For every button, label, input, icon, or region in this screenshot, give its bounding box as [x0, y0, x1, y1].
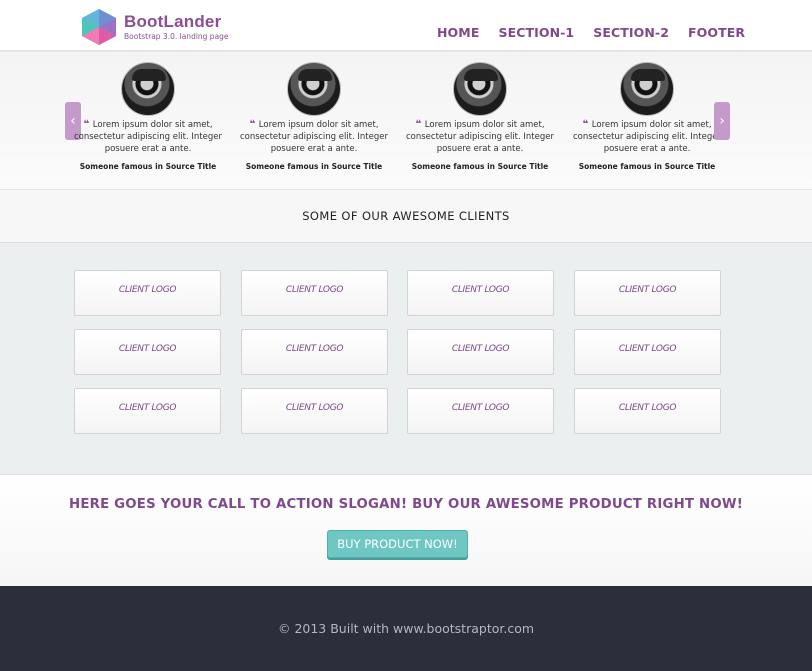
client-logo-label: CLIENT LOGO	[618, 403, 677, 413]
testimonial-item: ❝ Lorem ipsum dolor sit amet, consectetu…	[400, 62, 560, 171]
client-logo[interactable]: CLIENT LOGO	[574, 388, 721, 434]
testimonial-item: ❝ Lorem ipsum dolor sit amet, consectetu…	[68, 62, 228, 171]
quote-icon: ❝	[83, 119, 93, 130]
avatar	[121, 62, 175, 116]
quote-icon: ❝	[582, 119, 592, 130]
client-logo[interactable]: CLIENT LOGO	[407, 329, 554, 375]
clients-heading-section: SOME OF OUR AWESOME CLIENTS	[0, 190, 812, 243]
avatar	[287, 62, 341, 116]
testimonial-source: Someone famous in Source Title	[79, 162, 217, 171]
client-logo-label: CLIENT LOGO	[451, 403, 510, 413]
client-logo[interactable]: CLIENT LOGO	[241, 270, 388, 316]
testimonial-text: Lorem ipsum dolor sit amet, consectetur …	[239, 120, 388, 154]
client-logo-label: CLIENT LOGO	[451, 344, 510, 354]
testimonial-source: Someone famous in Source Title	[578, 162, 716, 171]
testimonial-text: Lorem ipsum dolor sit amet, consectetur …	[405, 120, 554, 154]
client-logo-label: CLIENT LOGO	[618, 285, 677, 295]
testimonial-item: ❝ Lorem ipsum dolor sit amet, consectetu…	[567, 62, 727, 171]
client-logo[interactable]: CLIENT LOGO	[74, 270, 221, 316]
client-logo-label: CLIENT LOGO	[451, 285, 510, 295]
client-logo[interactable]: CLIENT LOGO	[74, 329, 221, 375]
brand-tagline: Bootstrap 3.0. landing page	[124, 32, 229, 41]
client-logo[interactable]: CLIENT LOGO	[241, 329, 388, 375]
clients-grid: CLIENT LOGO CLIENT LOGO CLIENT LOGO CLIE…	[0, 243, 812, 475]
testimonial-quote: ❝ Lorem ipsum dolor sit amet, consectetu…	[68, 119, 228, 155]
client-logo-label: CLIENT LOGO	[118, 285, 177, 295]
clients-heading: SOME OF OUR AWESOME CLIENTS	[302, 209, 510, 223]
client-logo[interactable]: CLIENT LOGO	[241, 388, 388, 434]
nav-home[interactable]: HOME	[437, 25, 479, 40]
quote-icon: ❝	[249, 119, 259, 130]
testimonial-text: Lorem ipsum dolor sit amet, consectetur …	[572, 120, 721, 154]
footer-copyright: © 2013 Built with www.bootstraptor.com	[277, 621, 535, 636]
nav-footer[interactable]: FOOTER	[688, 25, 745, 40]
main-nav: HOME SECTION-1 SECTION-2 FOOTER	[437, 25, 764, 40]
client-logo[interactable]: CLIENT LOGO	[574, 270, 721, 316]
testimonial-quote: ❝ Lorem ipsum dolor sit amet, consectetu…	[567, 119, 727, 155]
client-logo[interactable]: CLIENT LOGO	[74, 388, 221, 434]
client-logo[interactable]: CLIENT LOGO	[407, 388, 554, 434]
client-logo[interactable]: CLIENT LOGO	[407, 270, 554, 316]
navbar: BootLander Bootstrap 3.0. landing page H…	[0, 0, 812, 52]
brand-name: BootLander	[124, 12, 222, 31]
testimonial-item: ❝ Lorem ipsum dolor sit amet, consectetu…	[234, 62, 394, 171]
testimonial-quote: ❝ Lorem ipsum dolor sit amet, consectetu…	[234, 119, 394, 155]
cta-slogan: HERE GOES YOUR CALL TO ACTION SLOGAN! BU…	[69, 497, 743, 512]
buy-product-button[interactable]: BUY PRODUCT NOW!	[327, 530, 468, 558]
client-logo-label: CLIENT LOGO	[118, 403, 177, 413]
client-logo-label: CLIENT LOGO	[285, 344, 344, 354]
hexagon-logo-icon	[82, 9, 116, 45]
nav-section-2[interactable]: SECTION-2	[593, 25, 669, 40]
avatar	[453, 62, 507, 116]
brand[interactable]: BootLander Bootstrap 3.0. landing page	[78, 7, 229, 47]
testimonials-carousel: ‹ ❝ Lorem ipsum dolor sit amet, consecte…	[0, 52, 812, 190]
client-logo-label: CLIENT LOGO	[285, 285, 344, 295]
testimonial-source: Someone famous in Source Title	[411, 162, 549, 171]
testimonial-quote: ❝ Lorem ipsum dolor sit amet, consectetu…	[400, 119, 560, 155]
client-logo[interactable]: CLIENT LOGO	[574, 329, 721, 375]
avatar	[620, 62, 674, 116]
testimonial-text: Lorem ipsum dolor sit amet, consectetur …	[73, 120, 222, 154]
call-to-action: HERE GOES YOUR CALL TO ACTION SLOGAN! BU…	[0, 475, 812, 586]
quote-icon: ❝	[415, 119, 425, 130]
client-logo-label: CLIENT LOGO	[618, 344, 677, 354]
nav-section-1[interactable]: SECTION-1	[498, 25, 574, 40]
carousel-next-button[interactable]: ›	[714, 102, 730, 140]
client-logo-label: CLIENT LOGO	[285, 403, 344, 413]
footer: © 2013 Built with www.bootstraptor.com	[0, 586, 812, 671]
testimonial-source: Someone famous in Source Title	[245, 162, 383, 171]
client-logo-label: CLIENT LOGO	[118, 344, 177, 354]
